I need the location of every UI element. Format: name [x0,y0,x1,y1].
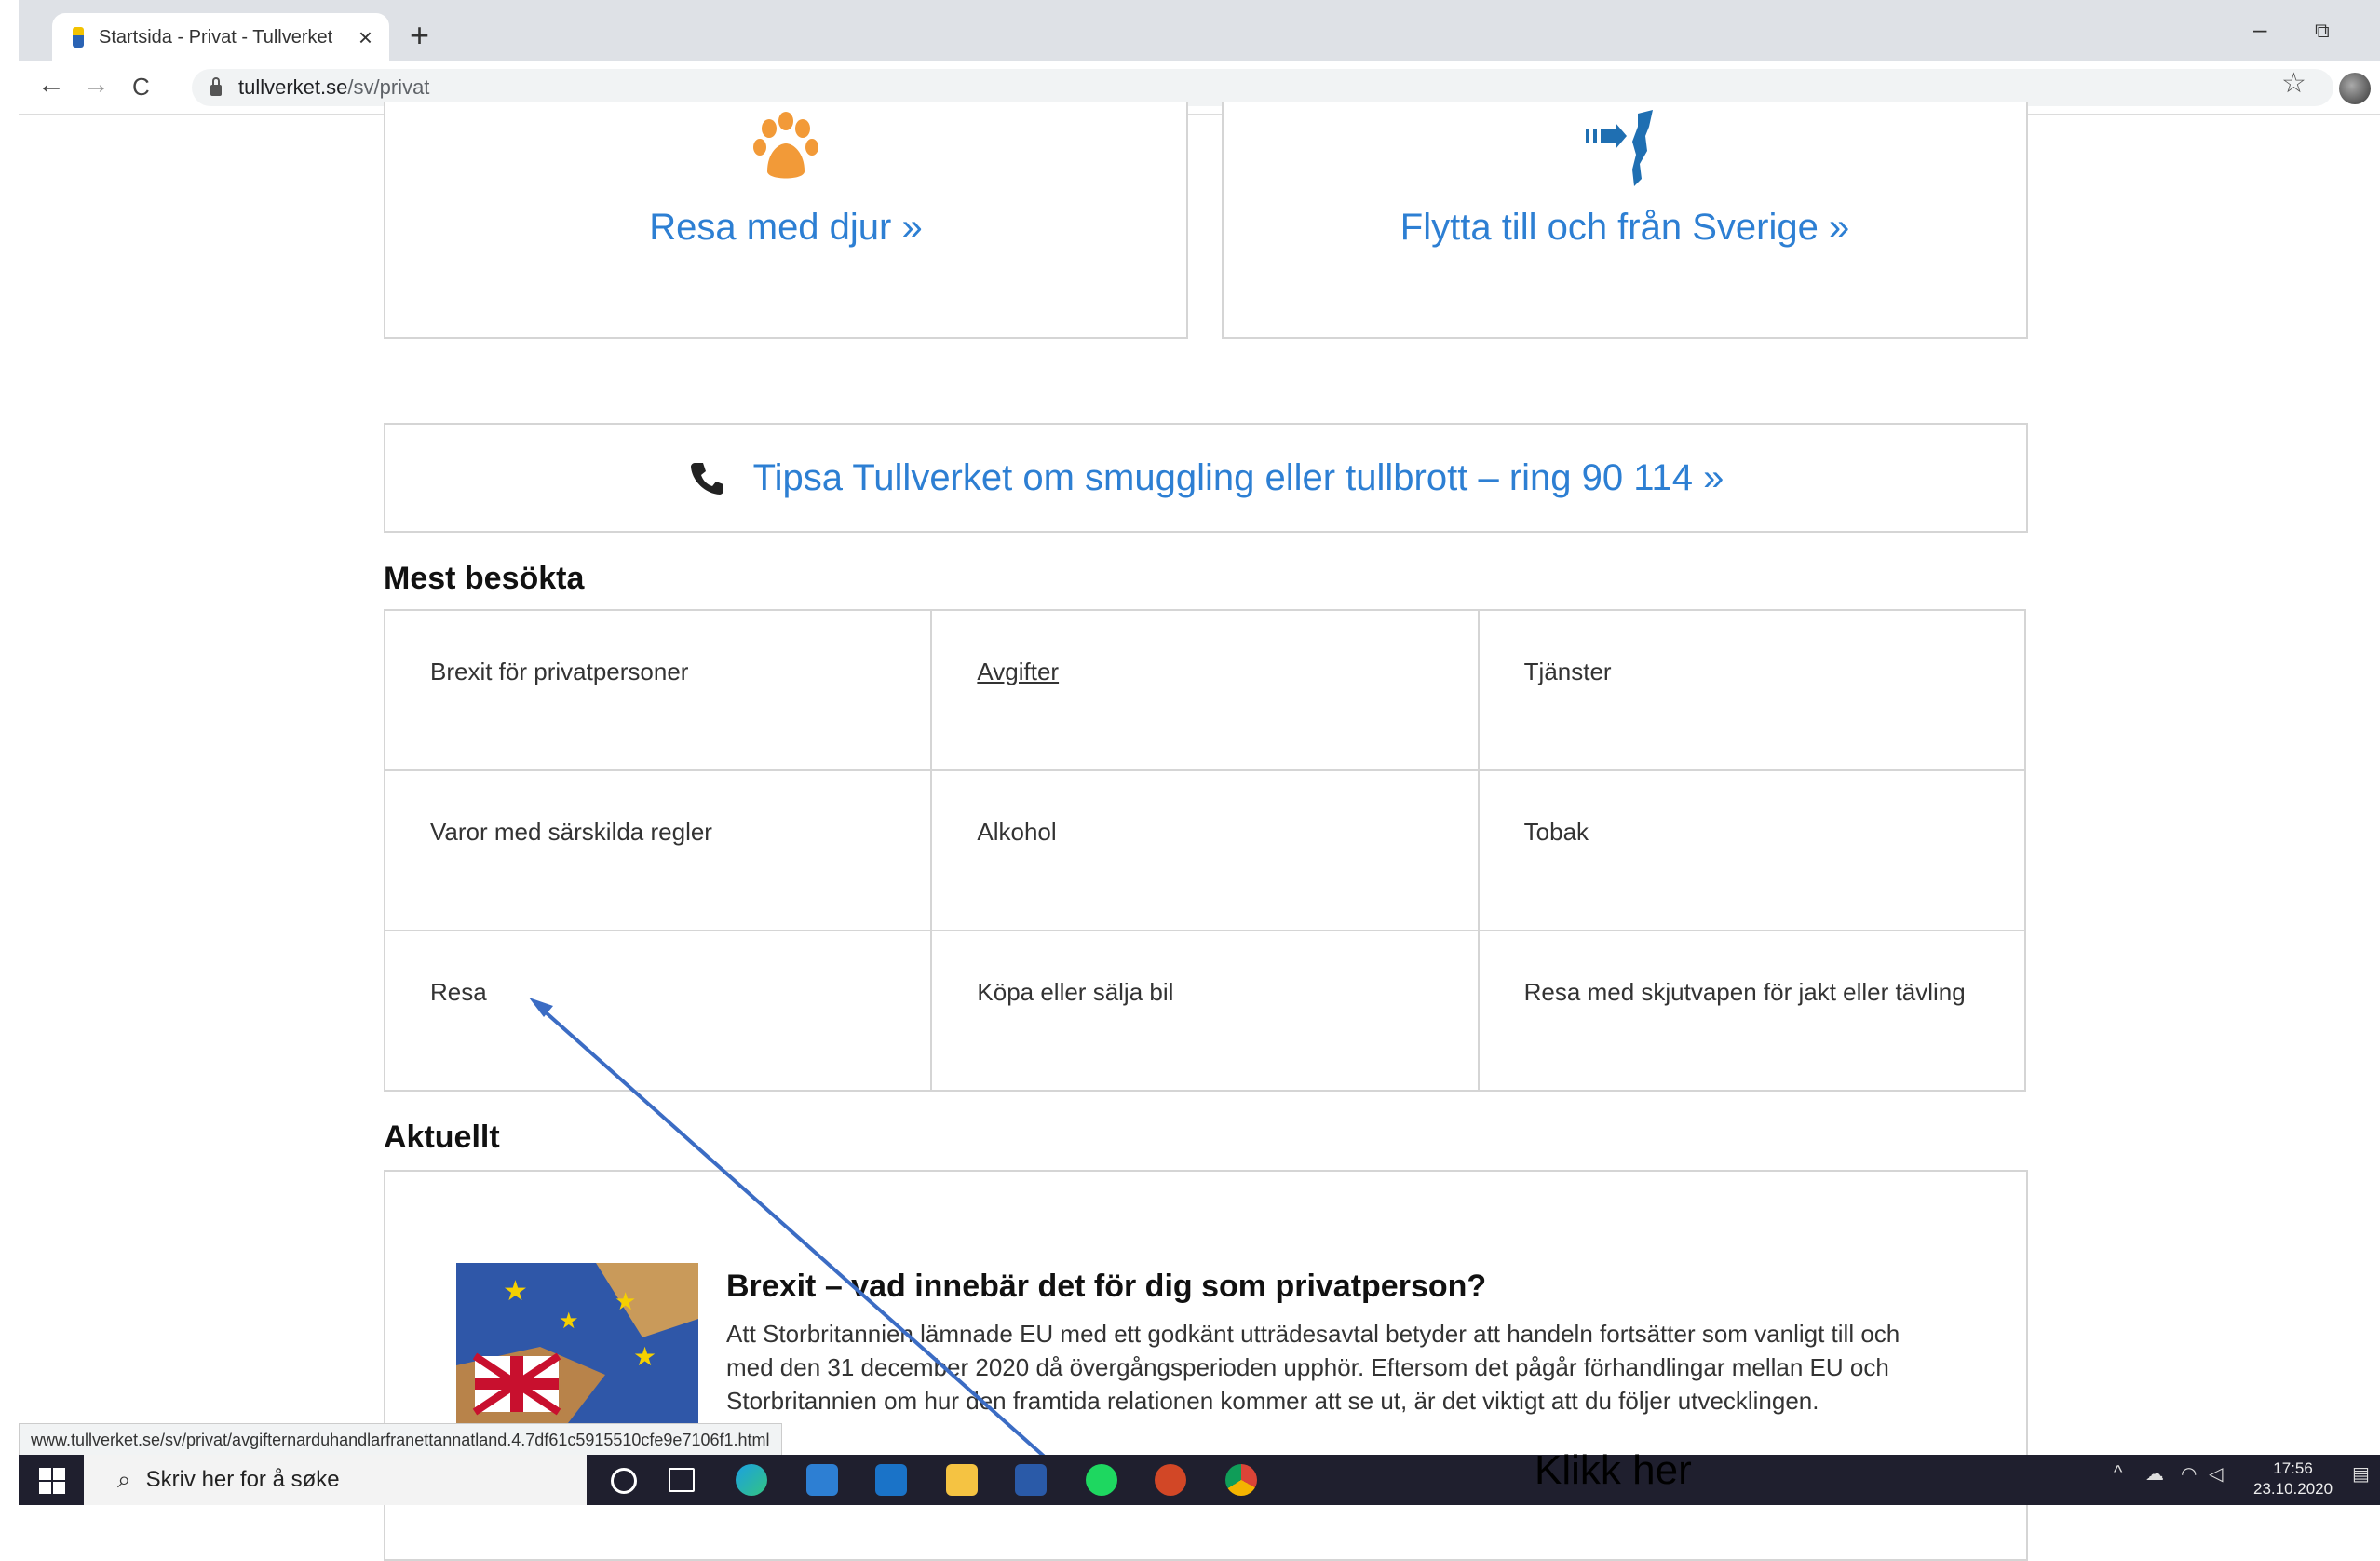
store-icon[interactable] [806,1464,838,1496]
wifi-icon[interactable]: ◠ [2181,1462,2197,1486]
tray-chevron-icon[interactable]: ^ [2114,1462,2122,1484]
annotation-text: Klikk her [1535,1447,1692,1493]
search-icon: ⌕ [117,1465,131,1493]
annotation-arrow [529,998,1101,1505]
taskbar-clock[interactable]: 17:56 23.10.2020 [2253,1459,2333,1500]
windows-taskbar: ⌕ Skriv her for å søke ^ ☁ ◠ ◁ 17:56 23.… [19,1455,2380,1505]
onedrive-icon[interactable]: ☁ [2145,1462,2164,1486]
edge-icon[interactable] [736,1464,767,1496]
powerpoint-icon[interactable] [1155,1464,1186,1496]
windows-start-icon[interactable] [39,1468,65,1494]
chrome-icon[interactable] [1225,1464,1257,1496]
mail-icon[interactable] [875,1464,907,1496]
spotify-icon[interactable] [1086,1464,1117,1496]
file-explorer-icon[interactable] [946,1464,978,1496]
clock-time: 17:56 [2273,1459,2313,1477]
taskbar-search[interactable]: ⌕ Skriv her for å søke [84,1455,587,1505]
notification-icon[interactable]: ▤ [2352,1462,2370,1486]
clock-date: 23.10.2020 [2253,1480,2333,1498]
cortana-icon[interactable] [611,1468,637,1494]
volume-icon[interactable]: ◁ [2209,1462,2223,1486]
search-placeholder: Skriv her for å søke [145,1467,340,1492]
task-view-icon[interactable] [669,1468,695,1492]
outlook-icon[interactable] [1015,1464,1047,1496]
